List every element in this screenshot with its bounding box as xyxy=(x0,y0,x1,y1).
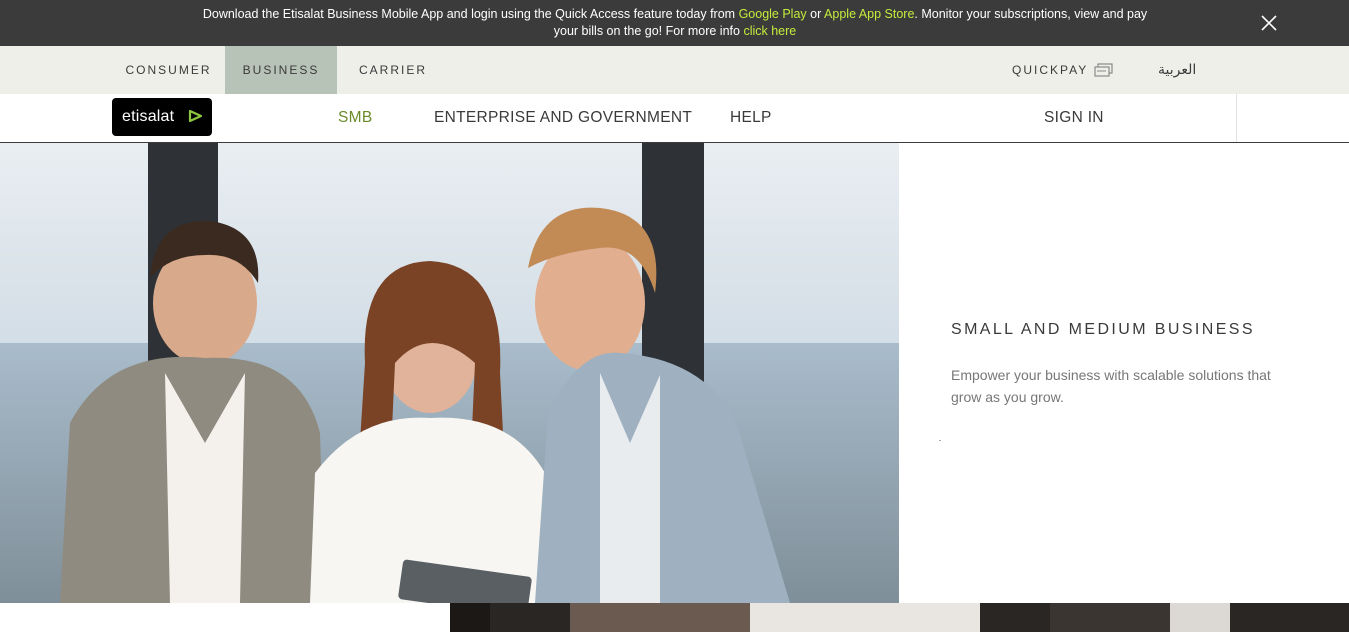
promo-text: Download the Etisalat Business Mobile Ap… xyxy=(200,6,1150,40)
promo-banner: Download the Etisalat Business Mobile Ap… xyxy=(0,0,1349,46)
nav-help[interactable]: HELP xyxy=(730,94,772,142)
hero-dot xyxy=(939,440,941,441)
card-icon[interactable] xyxy=(1094,63,1114,77)
hero-description: Empower your business with scalable solu… xyxy=(951,367,1271,405)
close-icon[interactable] xyxy=(1258,12,1280,34)
apple-app-store-link[interactable]: Apple App Store xyxy=(824,7,914,21)
logo-mark-icon xyxy=(188,109,203,123)
nav-enterprise-and-government[interactable]: ENTERPRISE AND GOVERNMENT xyxy=(434,94,692,142)
segment-consumer[interactable]: CONSUMER xyxy=(112,46,225,94)
segment-bar: CONSUMER BUSINESS CARRIER QUICKPAY العرب… xyxy=(0,46,1349,95)
google-play-link[interactable]: Google Play xyxy=(739,7,807,21)
quickpay-link[interactable]: QUICKPAY xyxy=(1012,46,1088,94)
segment-carrier[interactable]: CARRIER xyxy=(337,46,449,94)
segment-business[interactable]: BUSINESS xyxy=(225,46,337,94)
hero-image xyxy=(0,143,899,603)
hero-title: SMALL AND MEDIUM BUSINESS xyxy=(951,321,1255,338)
logo-text: etisalat xyxy=(122,108,175,125)
language-arabic-link[interactable]: العربية xyxy=(1158,46,1196,94)
nav-smb[interactable]: SMB xyxy=(338,94,373,142)
promo-or: or xyxy=(806,7,825,21)
click-here-link[interactable]: click here xyxy=(743,24,796,38)
promo-text-before: Download the Etisalat Business Mobile Ap… xyxy=(202,7,739,21)
main-nav: etisalat SMB ENTERPRISE AND GOVERNMENT H… xyxy=(0,94,1349,143)
etisalat-logo[interactable]: etisalat xyxy=(112,98,212,136)
sign-in-link[interactable]: SIGN IN xyxy=(1044,94,1104,142)
nav-divider xyxy=(1236,94,1237,142)
next-section-image xyxy=(450,603,1349,632)
